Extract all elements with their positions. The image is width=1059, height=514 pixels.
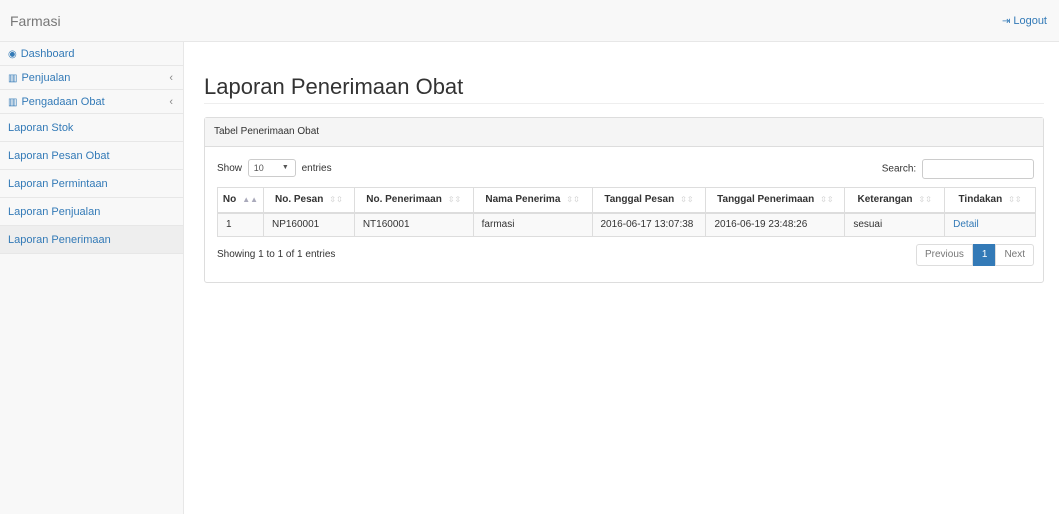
cell-keterangan: sesuai — [844, 212, 946, 237]
top-navbar: Farmasi ⇥ Logout — [0, 0, 1059, 42]
column-header-tanggal-penerimaan[interactable]: Tanggal Penerimaan ⇳⇳ — [705, 187, 846, 214]
entries-label: entries — [301, 163, 332, 174]
column-header-keterangan[interactable]: Keterangan ⇳⇳ — [844, 187, 946, 214]
sort-icon: ⇳⇳ — [820, 195, 834, 205]
detail-link[interactable]: Detail — [953, 219, 979, 230]
cell-no-penerimaan: NT160001 — [353, 212, 474, 237]
sidebar-item-label: Laporan Permintaan — [8, 178, 108, 190]
sort-icon: ⇳⇳ — [918, 195, 932, 205]
data-table: No ▲▲ No. Pesan ⇳⇳ No. Penerimaan ⇳⇳ Nama P… — [217, 187, 1036, 237]
sort-asc-icon: ▲▲ — [242, 195, 259, 205]
sidebar-item-dashboard[interactable]: ◉ Dashboard — [0, 42, 183, 66]
column-header-nama-penerima[interactable]: Nama Penerima ⇳⇳ — [472, 187, 593, 214]
column-header-no-pesan[interactable]: No. Pesan ⇳⇳ — [262, 187, 355, 214]
column-header-no-penerimaan[interactable]: No. Penerimaan ⇳⇳ — [353, 187, 474, 214]
pagination: Previous 1 Next — [915, 244, 1034, 266]
show-label: Show — [217, 163, 243, 174]
next-page-button[interactable]: Next — [995, 244, 1034, 266]
cell-no-pesan: NP160001 — [262, 212, 355, 237]
page-title: Laporan Penerimaan Obat — [204, 74, 464, 99]
sidebar-item-laporan-permintaan[interactable]: Laporan Permintaan — [0, 170, 183, 198]
sort-icon: ⇳⇳ — [329, 195, 343, 205]
sign-out-icon: ⇥ — [1001, 16, 1011, 27]
sidebar-item-laporan-stok[interactable]: Laporan Stok — [0, 114, 183, 142]
column-header-tanggal-pesan[interactable]: Tanggal Pesan ⇳⇳ — [591, 187, 707, 214]
cell-nama-penerima: farmasi — [472, 212, 593, 237]
cell-no: 1 — [217, 212, 264, 237]
sidebar-item-pengadaan-obat[interactable]: ▥ Pengadaan Obat ‹ — [0, 90, 183, 114]
chevron-left-icon: ‹ — [169, 96, 173, 108]
sort-icon: ⇳⇳ — [680, 195, 694, 205]
title-divider — [204, 103, 1044, 104]
chevron-left-icon: ‹ — [169, 72, 173, 84]
previous-page-button[interactable]: Previous — [915, 244, 973, 266]
search-input[interactable] — [922, 159, 1034, 179]
search-control: Search: — [882, 159, 1034, 179]
entries-select[interactable]: 10 ▼ — [247, 159, 296, 178]
bar-chart-icon: ▥ — [8, 73, 18, 84]
sidebar-item-label: Laporan Penerimaan — [8, 234, 111, 246]
caret-down-icon: ▼ — [281, 164, 289, 172]
search-label: Search: — [881, 163, 917, 175]
logout-label: Logout — [1013, 15, 1047, 27]
sort-icon: ⇳⇳ — [566, 195, 580, 205]
sidebar-item-label: Laporan Pesan Obat — [8, 150, 110, 162]
cell-tanggal-penerimaan: 2016-06-19 23:48:26 — [705, 212, 846, 237]
brand-title[interactable]: Farmasi — [10, 13, 61, 29]
cell-tindakan: Detail — [944, 212, 1036, 237]
sidebar-item-label: Penjualan — [21, 72, 71, 84]
sidebar-item-label: Laporan Penjualan — [8, 206, 101, 218]
panel-heading: Tabel Penerimaan Obat — [205, 118, 1043, 147]
bar-chart-icon: ▥ — [8, 97, 18, 108]
entries-length-control: Show 10 ▼ entries — [217, 159, 332, 179]
report-panel: Tabel Penerimaan Obat Show 10 ▼ entries … — [204, 117, 1044, 283]
sort-icon: ⇳⇳ — [1008, 195, 1022, 205]
cell-tanggal-pesan: 2016-06-17 13:07:38 — [591, 212, 707, 237]
page-1-button[interactable]: 1 — [972, 244, 997, 266]
entries-select-value: 10 — [253, 163, 264, 174]
column-header-no[interactable]: No ▲▲ — [217, 187, 264, 214]
logout-link[interactable]: ⇥ Logout — [1002, 15, 1047, 27]
sidebar-item-laporan-penjualan[interactable]: Laporan Penjualan — [0, 198, 183, 226]
sidebar: ◉ Dashboard ▥ Penjualan ‹ ▥ Pengadaan Obat … — [0, 42, 184, 514]
sidebar-item-laporan-pesan-obat[interactable]: Laporan Pesan Obat — [0, 142, 183, 170]
table-info: Showing 1 to 1 of 1 entries — [217, 249, 336, 260]
table-header-row: No ▲▲ No. Pesan ⇳⇳ No. Penerimaan ⇳⇳ Nama P… — [217, 187, 1036, 214]
sidebar-item-penjualan[interactable]: ▥ Penjualan ‹ — [0, 66, 183, 90]
table-row: 1 NP160001 NT160001 farmasi 2016-06-17 1… — [217, 212, 1036, 237]
dashboard-icon: ◉ — [8, 49, 17, 60]
column-header-tindakan[interactable]: Tindakan ⇳⇳ — [944, 187, 1036, 214]
sidebar-item-laporan-penerimaan[interactable]: Laporan Penerimaan — [0, 226, 183, 254]
sidebar-item-label: Pengadaan Obat — [21, 96, 105, 108]
sidebar-item-label: Dashboard — [20, 48, 75, 60]
sort-icon: ⇳⇳ — [447, 195, 462, 205]
sidebar-item-label: Laporan Stok — [8, 122, 74, 134]
